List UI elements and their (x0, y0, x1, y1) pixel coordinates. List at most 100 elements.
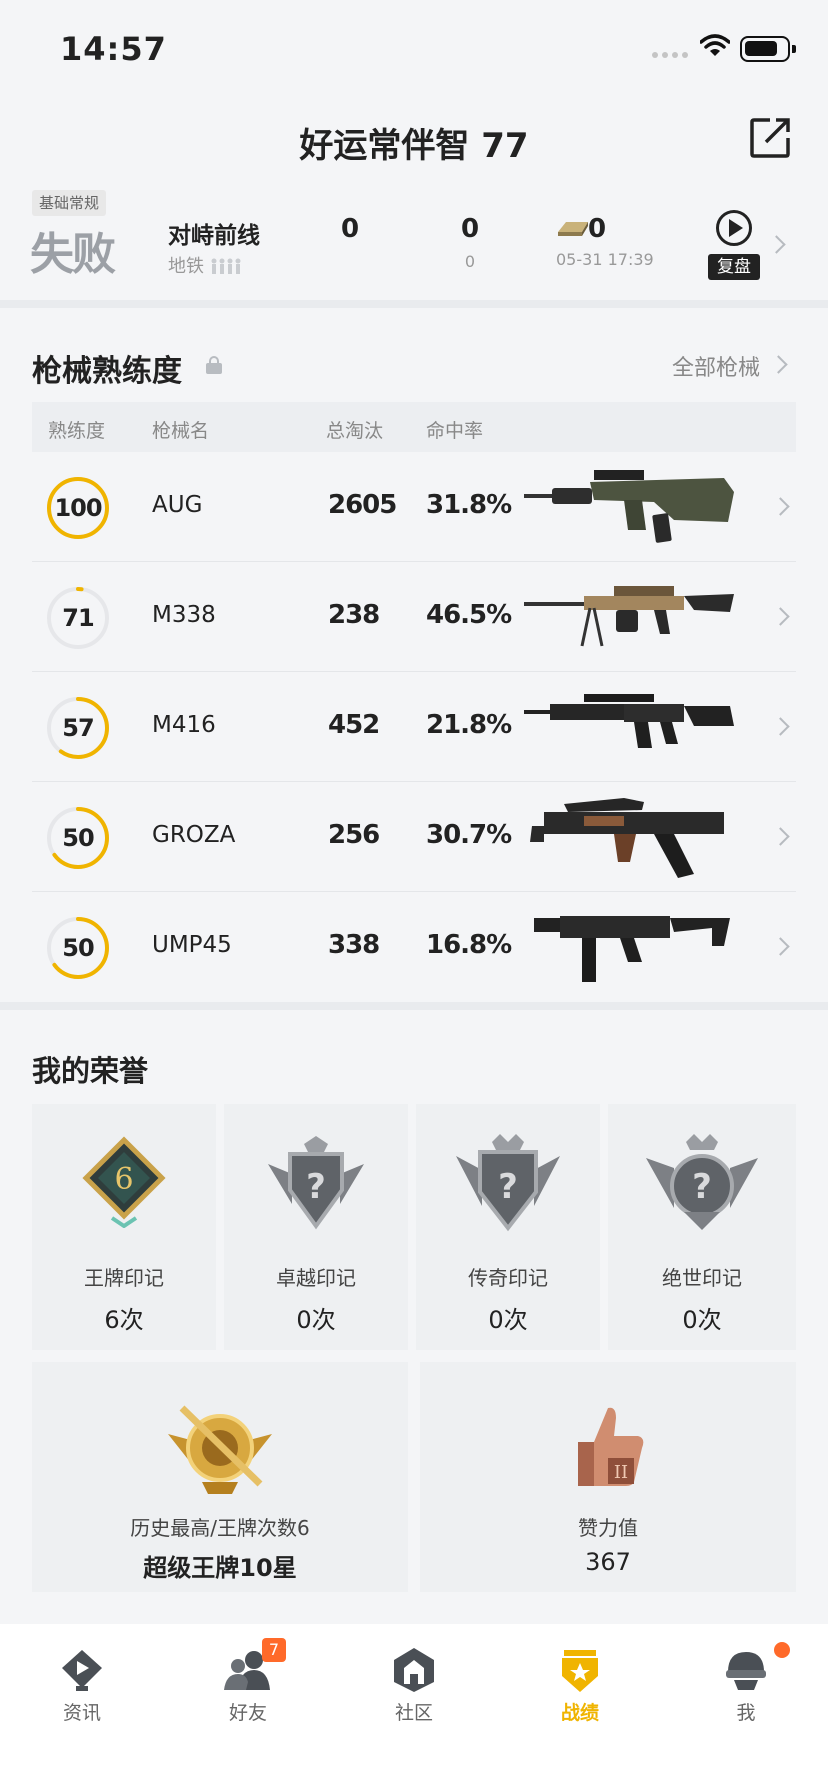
weapon-row[interactable]: 50 GROZA 256 30.7% (32, 782, 796, 892)
record-icon (562, 1650, 598, 1692)
status-time: 14:57 (60, 30, 167, 68)
weapon-kills: 256 (328, 820, 380, 850)
match-stat-3-value: 0 (588, 214, 607, 244)
weapon-hit-rate: 21.8% (426, 710, 512, 740)
tab-label: 资讯 (62, 1702, 101, 1724)
signal-icon (652, 48, 700, 60)
lock-icon (206, 356, 222, 374)
ace-mark-badge-icon: 6 (82, 1136, 166, 1228)
weapon-hit-rate: 46.5% (426, 600, 512, 630)
replay-button[interactable]: 复盘 (708, 210, 760, 282)
weapon-kills: 452 (328, 710, 380, 740)
bottom-tab-bar: 资讯 7 好友 社区 战绩 我 (0, 1624, 828, 1792)
weapon-hit-rate: 30.7% (426, 820, 512, 850)
share-icon[interactable] (748, 116, 792, 160)
honor-name: 卓越印记 (276, 1266, 356, 1290)
honor-section-title: 我的荣誉 (32, 1054, 149, 1088)
weapon-hit-rate: 16.8% (426, 930, 512, 960)
wifi-icon (700, 34, 730, 56)
chevron-right-icon (771, 827, 790, 846)
match-stat-1: 0 (330, 214, 370, 244)
news-icon (62, 1650, 102, 1691)
weapon-row[interactable]: 57 M416 452 21.8% (32, 672, 796, 782)
col-weapon-name: 枪械名 (152, 420, 210, 442)
highest-rank-label: 历史最高/王牌次数6 (130, 1516, 310, 1540)
chevron-right-icon (771, 937, 790, 956)
status-bar: 14:57 (0, 0, 828, 96)
weapon-row[interactable]: 100 AUG 2605 31.8% (32, 452, 796, 562)
highest-rank-card[interactable]: 历史最高/王牌次数6 超级王牌10星 (32, 1362, 408, 1592)
mastery-level: 50 (62, 824, 94, 852)
peerless-mark-badge-icon: ? (646, 1134, 758, 1230)
m416-rifle-image (524, 694, 734, 748)
honor-name: 王牌印记 (84, 1266, 164, 1290)
honor-card-peerless[interactable]: ? 绝世印记 0次 (608, 1104, 796, 1350)
ump45-smg-image (534, 916, 730, 982)
weapon-table-header: 熟练度 枪械名 总淘汰 命中率 (32, 402, 796, 452)
profile-notification-dot (774, 1642, 790, 1658)
weapon-row[interactable]: 71 M338 238 46.5% (32, 562, 796, 672)
mastery-level: 100 (54, 494, 102, 522)
weapon-kills: 338 (328, 930, 380, 960)
last-match-card[interactable]: 基础常规 失败 对峙前线 地铁 0 0 0 0 05-31 17:39 复盘 (0, 188, 828, 300)
team-size-icon (211, 258, 241, 274)
honor-count: 0次 (488, 1306, 528, 1334)
mastery-level: 57 (62, 714, 94, 742)
aug-rifle-image (524, 470, 734, 543)
honor-count: 0次 (682, 1306, 722, 1334)
weapon-name: M416 (152, 712, 216, 738)
match-mode-name: 对峙前线 (168, 223, 260, 249)
col-mastery: 熟练度 (48, 420, 106, 442)
weapon-row[interactable]: 50 UMP45 338 16.8% (32, 892, 796, 1002)
col-kills: 总淘汰 (326, 420, 384, 442)
weapon-name: UMP45 (152, 932, 232, 958)
section-divider (0, 300, 828, 308)
tab-label: 社区 (394, 1702, 433, 1724)
page-title: 好运常伴智 77 (299, 126, 529, 166)
match-time: 05-31 17:39 (556, 250, 654, 269)
svg-text:II: II (614, 1462, 628, 1483)
ace-mark-badge-number: 6 (114, 1162, 133, 1197)
thumbs-up-icon: II (578, 1407, 644, 1486)
m338-mg-image (524, 586, 734, 647)
honor-card-excellent[interactable]: ? 卓越印记 0次 (224, 1104, 408, 1350)
mastery-level: 71 (62, 604, 94, 632)
gold-bar-icon (558, 222, 588, 236)
likes-card[interactable]: II 赞力值 367 (420, 1362, 796, 1592)
excellent-mark-badge-text: ? (306, 1167, 326, 1207)
honor-count: 6次 (104, 1306, 144, 1334)
highest-rank-value: 超级王牌10星 (143, 1554, 297, 1582)
match-map-name: 地铁 (168, 256, 204, 277)
community-icon (394, 1648, 434, 1692)
likes-label: 赞力值 (578, 1516, 638, 1540)
tab-label: 战绩 (560, 1702, 599, 1724)
rank-crown-badge-icon (168, 1405, 272, 1494)
legend-mark-badge-text: ? (498, 1167, 518, 1207)
weapon-name: AUG (152, 492, 203, 518)
profile-icon (726, 1652, 766, 1690)
chevron-right-icon[interactable] (769, 355, 788, 374)
app-root: 14:57 好运常伴智 77 基础常规 失败 对峙前线 地铁 0 0 0 0 0… (0, 0, 828, 1792)
tab-record[interactable]: 战绩 (498, 1624, 662, 1744)
honor-card-legend[interactable]: ? 传奇印记 0次 (416, 1104, 600, 1350)
tab-friends[interactable]: 7 好友 (166, 1624, 330, 1744)
match-stat-2: 0 0 (450, 214, 490, 271)
tab-news[interactable]: 资讯 (0, 1624, 164, 1744)
chevron-right-icon (767, 235, 786, 254)
tab-profile[interactable]: 我 (664, 1624, 828, 1744)
section-divider (0, 1002, 828, 1010)
match-stat-1-value: 0 (340, 214, 360, 244)
all-weapons-link[interactable]: 全部枪械 (672, 350, 760, 382)
col-hit-rate: 命中率 (426, 420, 484, 442)
tab-community[interactable]: 社区 (332, 1624, 496, 1744)
honor-card-ace[interactable]: 6 王牌印记 6次 (32, 1104, 216, 1350)
weapon-name: GROZA (152, 822, 236, 848)
mode-tag: 基础常规 (32, 190, 107, 216)
match-map: 地铁 (168, 252, 242, 278)
tab-label: 好友 (228, 1702, 267, 1724)
weapon-kills: 238 (328, 600, 380, 630)
honor-name: 绝世印记 (662, 1266, 742, 1290)
mastery-level: 50 (62, 934, 94, 962)
replay-label: 复盘 (708, 254, 760, 280)
weapon-section-title: 枪械熟练度 (32, 354, 182, 389)
